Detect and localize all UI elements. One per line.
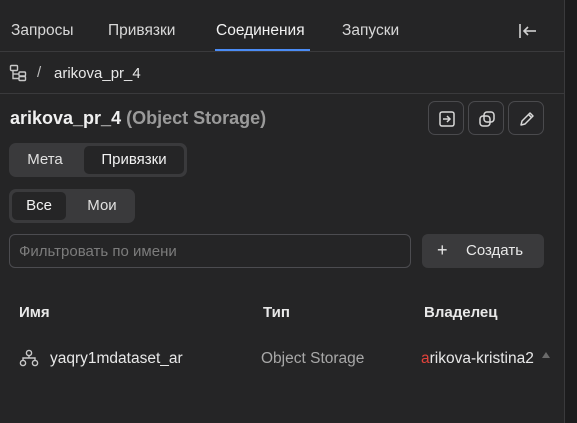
scroll-up-arrow-icon[interactable] [541, 346, 551, 358]
column-header-type[interactable]: Тип [263, 304, 290, 321]
copy-icon [479, 111, 495, 127]
tree-structure-icon[interactable] [9, 64, 27, 82]
tab-queries[interactable]: Запросы [11, 22, 74, 40]
page-title: arikova_pr_4 (Object Storage) [10, 108, 266, 129]
table-row[interactable]: yaqry1mdataset_ar Object Storage arikova… [0, 337, 565, 379]
create-button-label: Создать [466, 242, 524, 259]
collapse-panel-icon[interactable] [517, 20, 539, 42]
binding-owner: arikova-kristina2 [421, 350, 539, 368]
owner-initial: a [421, 350, 430, 367]
binding-name[interactable]: yaqry1mdataset_ar [50, 350, 183, 368]
connection-type: (Object Storage) [126, 108, 267, 128]
active-tab-indicator [215, 49, 310, 51]
connection-name: arikova_pr_4 [10, 108, 122, 128]
scope-mine-option[interactable]: Мои [71, 192, 133, 220]
view-switch: Мета Привязки [9, 143, 187, 177]
scrollbar-track[interactable] [565, 0, 577, 423]
create-button[interactable]: + Создать [422, 234, 544, 268]
scope-all-option[interactable]: Все [12, 192, 66, 220]
plus-icon: + [437, 240, 448, 260]
tab-connections[interactable]: Соединения [216, 22, 305, 40]
breadcrumb-current[interactable]: arikova_pr_4 [54, 65, 141, 82]
connection-panel: Запросы Привязки Соединения Запуски / ar… [0, 0, 565, 423]
scope-switch: Все Мои [9, 189, 135, 223]
binding-type: Object Storage [261, 350, 365, 367]
open-in-editor-icon [439, 111, 455, 127]
edit-button[interactable] [508, 101, 544, 135]
edit-icon [520, 112, 534, 126]
binding-icon [19, 349, 39, 367]
tab-bindings[interactable]: Привязки [108, 22, 175, 40]
breadcrumb: / arikova_pr_4 [0, 52, 565, 94]
column-header-owner[interactable]: Владелец [424, 304, 497, 321]
open-in-editor-button[interactable] [428, 101, 464, 135]
copy-button[interactable] [468, 101, 504, 135]
column-header-name[interactable]: Имя [19, 304, 50, 321]
filter-by-name-input[interactable] [9, 234, 411, 268]
owner-name: rikova-kristina2 [429, 350, 534, 367]
breadcrumb-separator: / [37, 64, 42, 81]
view-meta-option[interactable]: Мета [12, 146, 78, 174]
top-tabs: Запросы Привязки Соединения Запуски [0, 0, 565, 52]
view-bindings-option[interactable]: Привязки [84, 146, 184, 174]
tab-runs[interactable]: Запуски [342, 22, 399, 40]
